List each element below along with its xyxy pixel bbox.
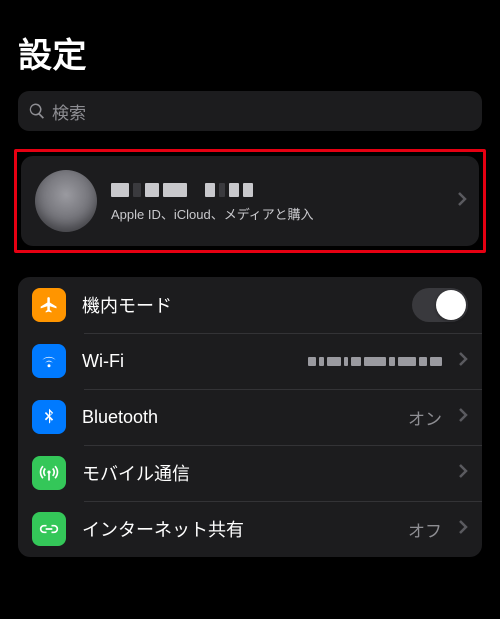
profile-name-redacted <box>111 179 451 201</box>
row-value: オン <box>408 405 442 430</box>
profile-subtitle: Apple ID、iCloud、メディアと購入 <box>111 204 451 223</box>
row-cellular[interactable]: モバイル通信 <box>18 445 482 501</box>
apple-id-row[interactable]: Apple ID、iCloud、メディアと購入 <box>21 156 479 246</box>
search-container: 検索 <box>0 87 500 143</box>
chevron-right-icon <box>458 351 468 372</box>
settings-group-connectivity: 機内モード Wi-Fi Bluetooth オン <box>18 277 482 557</box>
chevron-right-icon <box>457 191 467 212</box>
antenna-icon <box>32 456 66 490</box>
link-icon <box>32 512 66 546</box>
highlight-annotation: Apple ID、iCloud、メディアと購入 <box>14 149 486 253</box>
airplane-toggle[interactable] <box>412 288 468 322</box>
row-personal-hotspot[interactable]: インターネット共有 オフ <box>18 501 482 557</box>
chevron-right-icon <box>458 519 468 540</box>
row-label: インターネット共有 <box>82 516 408 542</box>
search-icon <box>28 102 46 120</box>
airplane-icon <box>32 288 66 322</box>
row-airplane-mode[interactable]: 機内モード <box>18 277 482 333</box>
row-wifi[interactable]: Wi-Fi <box>18 333 482 389</box>
chevron-right-icon <box>458 407 468 428</box>
row-label: Wi-Fi <box>82 351 308 372</box>
header: 設定 <box>0 0 500 87</box>
row-label: 機内モード <box>82 292 412 318</box>
bluetooth-icon <box>32 400 66 434</box>
profile-text: Apple ID、iCloud、メディアと購入 <box>111 179 451 223</box>
toggle-knob <box>436 290 466 320</box>
row-value: オフ <box>408 517 442 542</box>
row-label: モバイル通信 <box>82 460 452 486</box>
row-label: Bluetooth <box>82 407 408 428</box>
row-bluetooth[interactable]: Bluetooth オン <box>18 389 482 445</box>
chevron-right-icon <box>458 463 468 484</box>
avatar <box>35 170 97 232</box>
page-title: 設定 <box>18 28 482 77</box>
search-placeholder: 検索 <box>52 99 86 124</box>
wifi-value-redacted <box>308 357 442 366</box>
search-input[interactable]: 検索 <box>18 91 482 131</box>
wifi-icon <box>32 344 66 378</box>
